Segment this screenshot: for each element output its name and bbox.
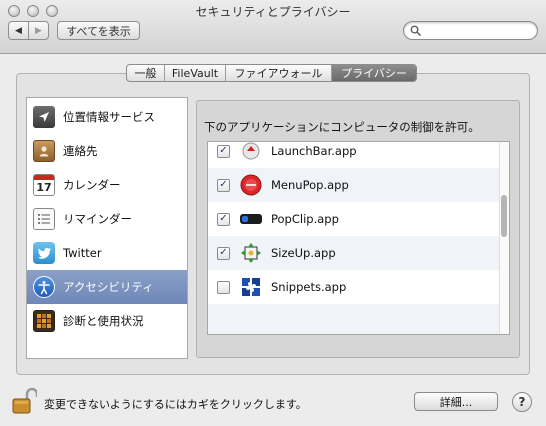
list-item-launchbar[interactable]: ✓ LaunchBar.app	[208, 142, 500, 168]
help-button[interactable]: ?	[512, 392, 532, 412]
launchbar-checkbox[interactable]: ✓	[217, 144, 230, 158]
window-title: セキュリティとプライバシー	[195, 5, 351, 19]
app-name: Snippets.app	[271, 280, 347, 294]
menupop-checkbox[interactable]: ✓	[217, 178, 230, 192]
checkmark-icon: ✓	[219, 247, 228, 258]
scrollbar-thumb[interactable]	[501, 195, 507, 237]
search-field[interactable]	[403, 21, 538, 40]
app-name: LaunchBar.app	[271, 144, 357, 158]
snippets-icon	[239, 275, 263, 299]
list-item-sizeup[interactable]: ✓ SizeUp.app	[208, 236, 500, 270]
reminders-icon	[33, 208, 55, 230]
lock-status-text: 変更できないようにするにはカギをクリックします。	[44, 398, 307, 411]
app-list[interactable]: ✓ LaunchBar.app ✓ MenuPop.app ✓ PopClip.…	[207, 141, 510, 335]
app-name: SizeUp.app	[271, 246, 336, 260]
privacy-category-list: 位置情報サービス 連絡先 17 カレンダー リマインダー Twitter アクセ…	[26, 97, 188, 359]
accessibility-icon	[33, 276, 55, 298]
diagnostics-icon	[33, 310, 55, 332]
contacts-icon	[33, 140, 55, 162]
snippets-checkbox[interactable]	[217, 280, 230, 294]
tab-filevault[interactable]: FileVault	[165, 65, 226, 81]
chevron-right-icon: ▶	[35, 25, 42, 36]
sidebar-item-reminders[interactable]: リマインダー	[27, 202, 187, 236]
list-item-snippets[interactable]: Snippets.app	[208, 270, 500, 304]
security-privacy-window: セキュリティとプライバシー ◀ ▶ すべてを表示 一般 FileVault ファ…	[0, 0, 546, 426]
sidebar-item-accessibility[interactable]: アクセシビリティ	[27, 270, 187, 304]
sidebar-item-label: リマインダー	[63, 212, 132, 226]
checkmark-icon: ✓	[219, 179, 228, 190]
accessibility-instruction: 下のアプリケーションにコンピュータの制御を許可。	[204, 120, 480, 134]
chevron-left-icon: ◀	[15, 25, 22, 36]
sidebar-item-diagnostics[interactable]: 診断と使用状況	[27, 304, 187, 338]
tab-bar: 一般 FileVault ファイアウォール プライバシー	[126, 64, 417, 82]
sidebar-item-twitter[interactable]: Twitter	[27, 236, 187, 270]
tab-general[interactable]: 一般	[127, 65, 165, 81]
list-item-popclip[interactable]: ✓ PopClip.app	[208, 202, 500, 236]
toolbar: セキュリティとプライバシー ◀ ▶ すべてを表示	[0, 0, 546, 54]
lock-button[interactable]	[11, 387, 39, 415]
list-item-empty	[208, 304, 500, 334]
sidebar-item-calendar[interactable]: 17 カレンダー	[27, 168, 187, 202]
search-input[interactable]	[424, 23, 532, 38]
sidebar-item-label: カレンダー	[63, 178, 121, 192]
unlocked-padlock-icon	[12, 387, 39, 414]
menupop-icon	[239, 173, 263, 197]
tab-privacy[interactable]: プライバシー	[332, 65, 416, 81]
checkmark-icon: ✓	[219, 145, 228, 156]
list-item-menupop[interactable]: ✓ MenuPop.app	[208, 168, 500, 202]
sidebar-item-label: 診断と使用状況	[63, 314, 144, 328]
details-button[interactable]: 詳細...	[414, 392, 498, 411]
sidebar-item-label: Twitter	[63, 246, 102, 260]
search-icon	[410, 25, 421, 36]
sizeup-checkbox[interactable]: ✓	[217, 246, 230, 260]
twitter-icon	[33, 242, 55, 264]
tab-firewall[interactable]: ファイアウォール	[226, 65, 332, 81]
popclip-checkbox[interactable]: ✓	[217, 212, 230, 226]
app-name: MenuPop.app	[271, 178, 349, 192]
popclip-icon	[239, 207, 263, 231]
launchbar-icon	[239, 142, 263, 163]
app-name: PopClip.app	[271, 212, 339, 226]
calendar-icon: 17	[33, 174, 55, 196]
app-list-scrollbar[interactable]	[499, 142, 509, 334]
sizeup-icon	[239, 241, 263, 265]
checkmark-icon: ✓	[219, 213, 228, 224]
show-all-button[interactable]: すべてを表示	[57, 21, 140, 40]
back-button[interactable]: ◀	[8, 21, 29, 40]
sidebar-item-label: 位置情報サービス	[63, 110, 155, 124]
location-icon	[33, 106, 55, 128]
sidebar-item-label: 連絡先	[63, 144, 98, 158]
forward-button[interactable]: ▶	[28, 21, 49, 40]
sidebar-item-location-services[interactable]: 位置情報サービス	[27, 100, 187, 134]
sidebar-item-contacts[interactable]: 連絡先	[27, 134, 187, 168]
sidebar-item-label: アクセシビリティ	[63, 280, 154, 294]
